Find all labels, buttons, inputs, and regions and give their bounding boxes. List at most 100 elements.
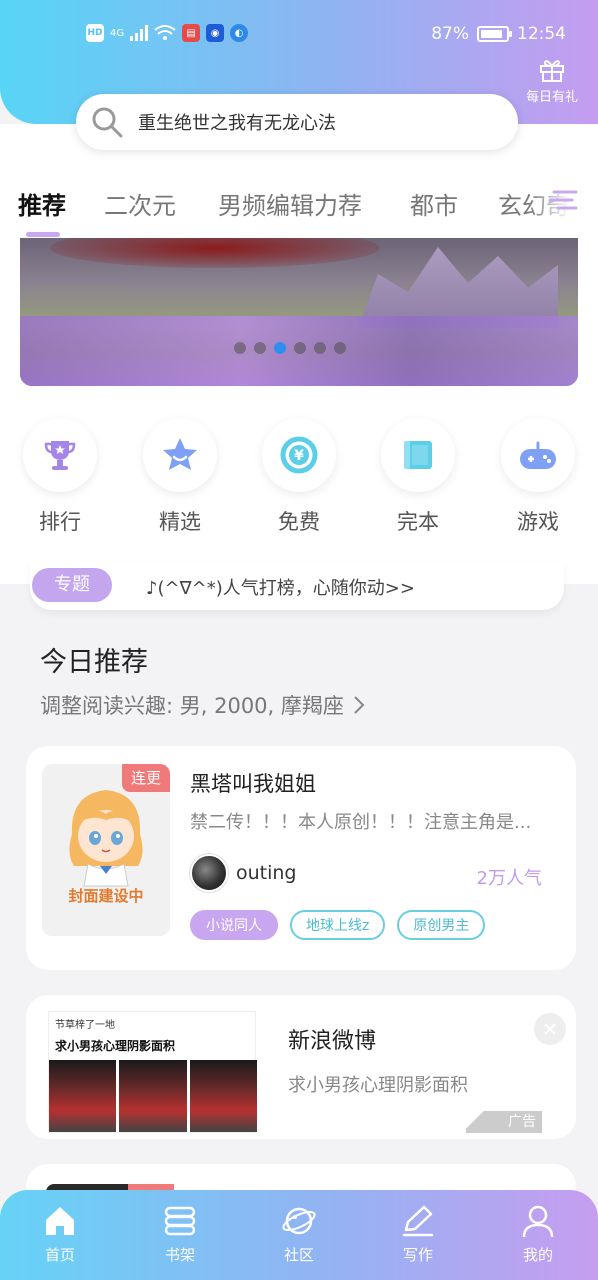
hd-badge: HD (86, 24, 104, 42)
nav-write-label: 写作 (402, 1246, 433, 1264)
home-icon (46, 1207, 74, 1235)
banner-dot[interactable] (254, 342, 266, 354)
banner-dot[interactable] (234, 342, 246, 354)
trophy-icon (44, 441, 76, 470)
nav-community-label: 社区 (283, 1246, 314, 1264)
free-yuan-icon: ¥ (280, 436, 318, 474)
ad-description: 求小男孩心理阴影面积 (288, 1075, 468, 1096)
avatar (190, 854, 228, 892)
banner-dot[interactable] (274, 342, 286, 354)
battery-icon (477, 26, 512, 42)
book-card[interactable]: 连更 封面建设中 黑塔叫我姐姐 禁二传！！！本人原创！！！注意主角是... ou… (26, 746, 576, 970)
tab-acg[interactable]: 二次元 (104, 186, 176, 221)
ad-photo (49, 1060, 117, 1132)
nav-profile[interactable]: 我的 (498, 1204, 578, 1265)
daily-gift-button[interactable]: 每日有礼 (522, 58, 582, 105)
ad-image-header: 节草梓了一地 (55, 1020, 115, 1031)
banner-castle (358, 247, 558, 328)
cover-placeholder-text: 封面建设中 (68, 887, 144, 905)
topic-tag: 专题 (32, 568, 112, 602)
entry-games-circle (501, 418, 575, 492)
nav-home-label: 首页 (44, 1246, 75, 1264)
tag-fanfic[interactable]: 小说同人 (190, 910, 278, 940)
star-icon (163, 438, 197, 470)
close-icon (544, 1023, 556, 1035)
gamepad-icon (520, 441, 556, 469)
book-tags: 小说同人 地球上线z 原创男主 (190, 910, 486, 940)
topic-text: ♪(^∇^*)人气打榜，心随你动>> (146, 578, 415, 599)
banner-dot[interactable] (334, 342, 346, 354)
author-name: outing (236, 862, 297, 884)
planet-icon (282, 1207, 316, 1235)
nav-write[interactable]: 写作 (378, 1204, 458, 1265)
entry-finished-circle (381, 418, 455, 492)
battery-percent: 87% (431, 24, 469, 44)
ad-card[interactable]: 节草梓了一地 求小男孩心理阴影面积 新浪微博 求小男孩心理阴影面积 广告 (26, 995, 576, 1139)
entry-featured-circle (143, 418, 217, 492)
banner-dot[interactable] (314, 342, 326, 354)
serializing-badge: 连更 (122, 764, 170, 792)
banner-title-art (50, 238, 380, 268)
globe-app-icon: ◐ (230, 24, 249, 42)
promo-banner[interactable] (20, 238, 578, 386)
section-title: 今日推荐 (40, 647, 148, 678)
bottom-navigation: 首页 书架 社区 写作 我的 (0, 1190, 598, 1280)
profile-icon (522, 1205, 554, 1238)
chevron-right-icon (354, 696, 365, 714)
book-title: 黑塔叫我姐姐 (190, 772, 316, 796)
nav-community[interactable]: 社区 (259, 1204, 339, 1265)
ad-label: 广告 (466, 1111, 542, 1133)
active-tab-indicator (26, 232, 60, 237)
book-description: 禁二传！！！本人原创！！！注意主角是... (190, 812, 532, 833)
banner-pagination (234, 342, 346, 354)
entry-ranking[interactable]: 排行 (20, 418, 100, 536)
entry-games[interactable]: 游戏 (498, 418, 578, 536)
bookshelf-icon (164, 1206, 196, 1236)
tab-recommend[interactable]: 推荐 (18, 186, 66, 221)
ad-photo (119, 1060, 187, 1132)
reading-interest-link[interactable]: 调整阅读兴趣: 男, 2000, 摩羯座 (40, 690, 366, 720)
entry-games-label: 游戏 (517, 510, 559, 534)
category-menu-icon[interactable] (548, 184, 580, 216)
book-icon (404, 441, 432, 469)
tab-editor-picks[interactable]: 男频编辑力荐 (218, 186, 362, 221)
bulb-app-icon: ◉ (206, 24, 225, 42)
write-icon (402, 1205, 434, 1237)
entry-ranking-circle (23, 418, 97, 492)
tag-earth-online[interactable]: 地球上线z (290, 910, 386, 940)
search-bar[interactable]: 重生绝世之我有无龙心法 (76, 94, 518, 150)
nav-bookshelf[interactable]: 书架 (140, 1204, 220, 1265)
nav-home[interactable]: 首页 (20, 1204, 100, 1265)
category-tabs: 推荐 二次元 男频编辑力荐 都市 玄幻奇幻 (0, 178, 598, 228)
quick-entries: 排行 精选 ¥ 免费 完本 游戏 (0, 418, 598, 548)
search-icon (92, 107, 123, 138)
entry-featured-label: 精选 (159, 510, 201, 534)
status-icons: HD 4G ▤ ◉ ◐ (86, 24, 249, 42)
entry-finished[interactable]: 完本 (378, 418, 458, 536)
entry-finished-label: 完本 (397, 510, 439, 534)
reading-interest-text: 调整阅读兴趣: 男, 2000, 摩羯座 (40, 694, 344, 718)
cover-character-illustration (69, 790, 143, 887)
battery-fill (481, 30, 502, 38)
ad-photos (49, 1060, 257, 1132)
author-info[interactable]: outing (190, 854, 297, 892)
ad-close-button[interactable] (534, 1013, 566, 1045)
status-right: 87% 12:54 (431, 24, 566, 44)
tag-original-male-lead[interactable]: 原创男主 (397, 910, 486, 940)
topic-strip[interactable]: 专题 ♪(^∇^*)人气打榜，心随你动>> (30, 562, 564, 610)
book-cover: 连更 封面建设中 (42, 764, 170, 936)
status-bar: HD 4G ▤ ◉ ◐ 87% 12:54 (0, 18, 598, 52)
entry-free[interactable]: ¥ 免费 (259, 418, 339, 536)
clock: 12:54 (517, 24, 566, 44)
nav-profile-label: 我的 (522, 1246, 553, 1264)
ad-photo (189, 1060, 257, 1132)
wifi-icon (154, 25, 176, 40)
popularity-count: 2万人气 (476, 868, 542, 889)
ad-image: 节草梓了一地 求小男孩心理阴影面积 (48, 1011, 257, 1133)
entry-free-circle: ¥ (262, 418, 336, 492)
tab-urban[interactable]: 都市 (410, 186, 458, 221)
search-placeholder: 重生绝世之我有无龙心法 (138, 113, 336, 134)
banner-dot[interactable] (294, 342, 306, 354)
entry-featured[interactable]: 精选 (140, 418, 220, 536)
gift-label: 每日有礼 (525, 90, 578, 105)
